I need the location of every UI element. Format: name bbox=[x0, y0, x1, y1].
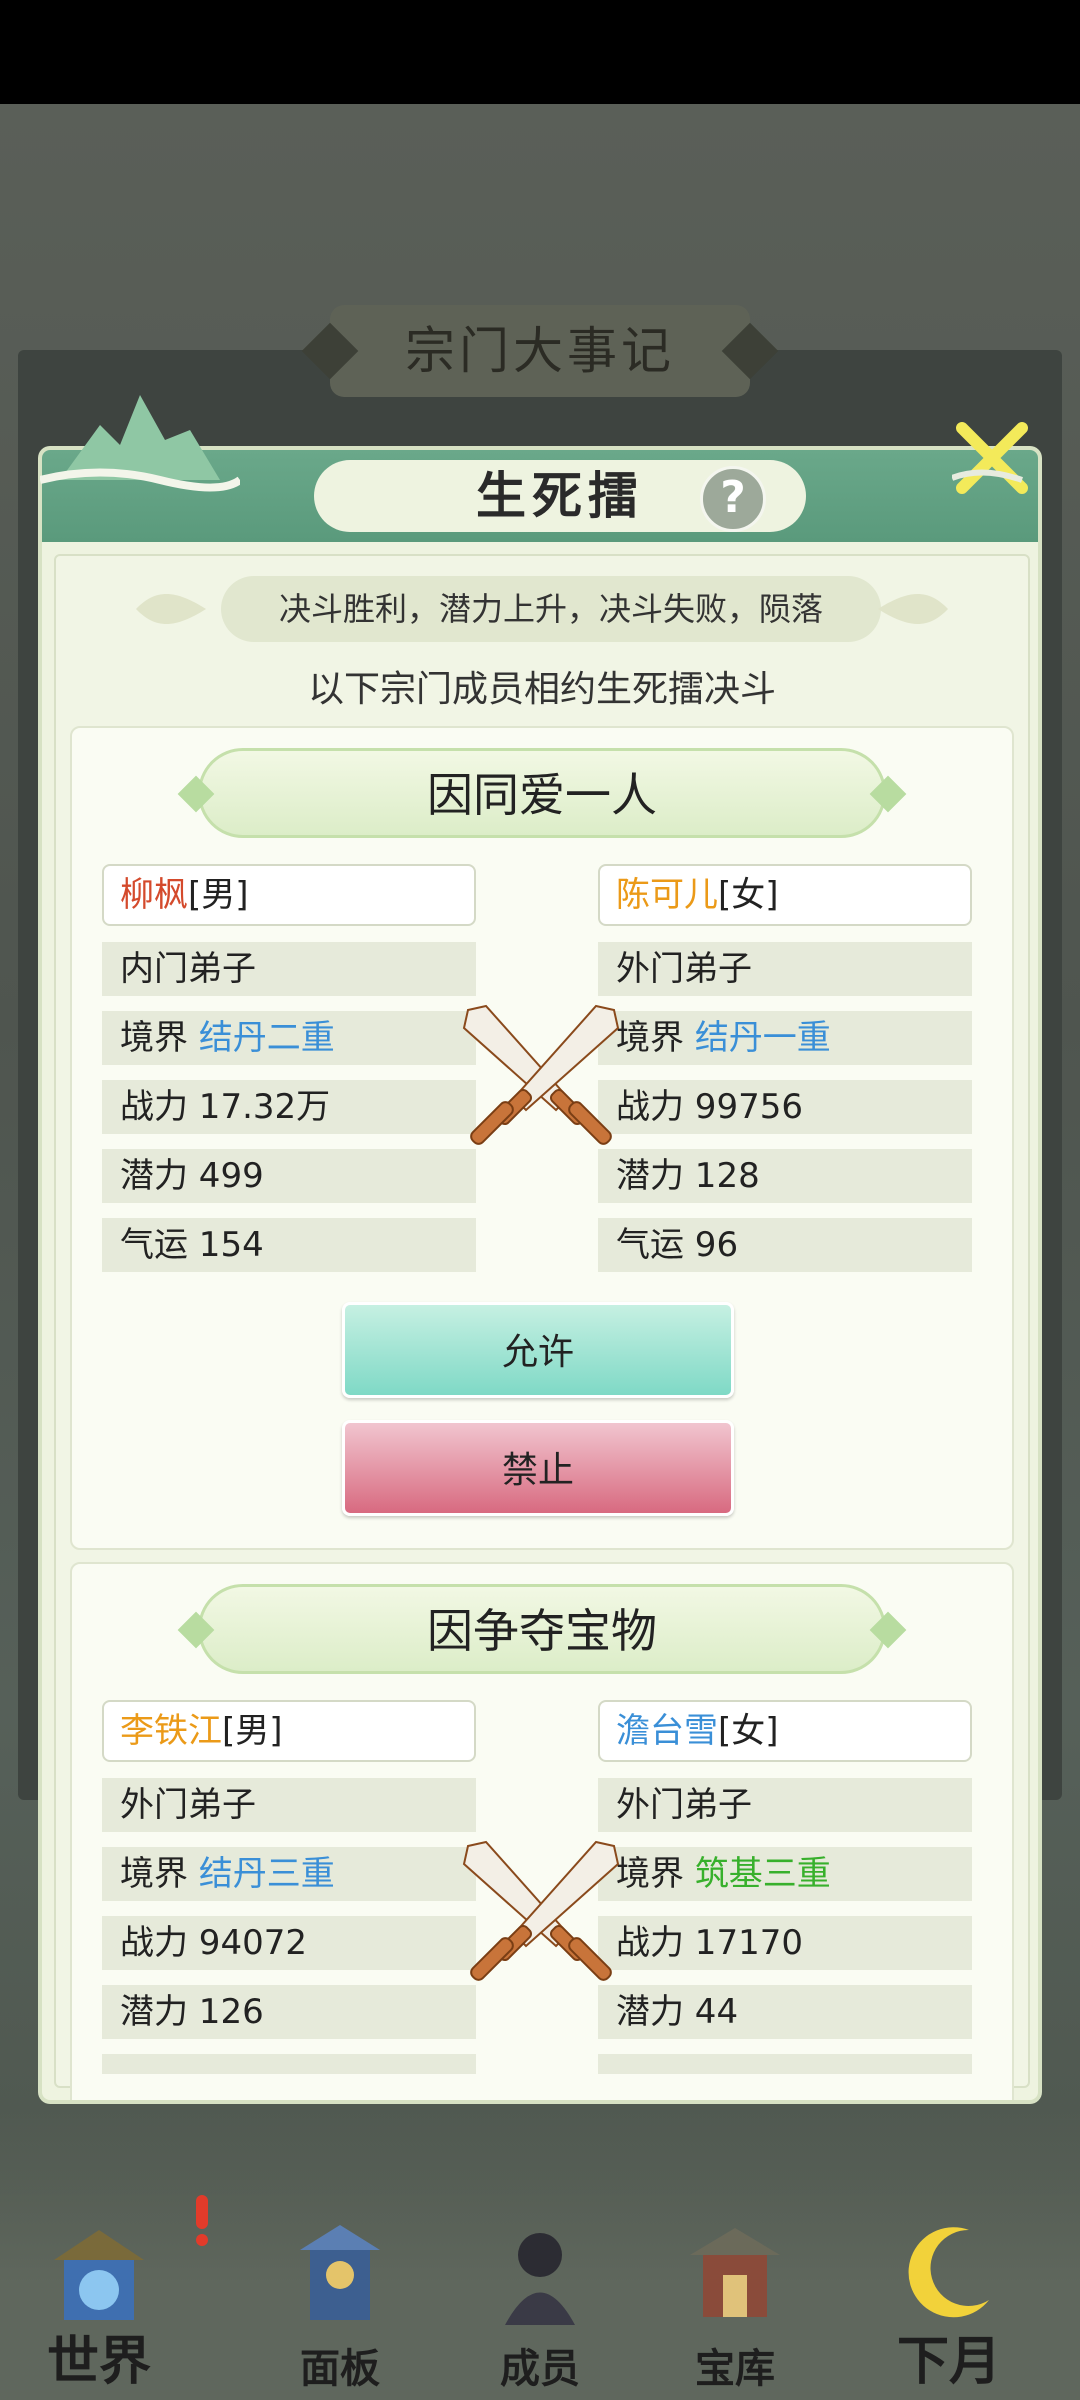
fighter-gender: [男] bbox=[222, 1711, 283, 1751]
fighter-luck-partial bbox=[598, 2054, 972, 2074]
nav-item-panel[interactable]: 面板 bbox=[245, 2200, 435, 2400]
crossed-swords-icon bbox=[462, 1004, 620, 1145]
fighter-power: 战力 17170 bbox=[598, 1916, 972, 1970]
help-button[interactable]: ? bbox=[700, 466, 766, 532]
fighter-name: 澹台雪 bbox=[616, 1711, 718, 1751]
realm-value: 结丹二重 bbox=[198, 1018, 335, 1058]
fighter-power: 战力 17.32万 bbox=[102, 1080, 476, 1134]
fighter-power: 战力 94072 bbox=[102, 1916, 476, 1970]
fighter-potential: 潜力 499 bbox=[102, 1149, 476, 1203]
fighter-luck: 气运 154 bbox=[102, 1218, 476, 1272]
fighter-potential: 潜力 126 bbox=[102, 1985, 476, 2039]
deny-button[interactable]: 禁止 bbox=[342, 1420, 734, 1516]
fighter-luck: 气运 96 bbox=[598, 1218, 972, 1272]
fighter-name-box: 澹台雪[女] bbox=[598, 1700, 972, 1762]
fighter-potential: 潜力 44 bbox=[598, 1985, 972, 2039]
realm-label: 境界 bbox=[120, 1018, 188, 1058]
fighter-luck-partial bbox=[102, 2054, 476, 2074]
realm-label: 境界 bbox=[616, 1854, 684, 1894]
fighter-power: 战力 99756 bbox=[598, 1080, 972, 1134]
nav-item-treasury[interactable]: 宝库 bbox=[640, 2200, 830, 2400]
fighter-name-box: 李铁江[男] bbox=[102, 1700, 476, 1762]
duel-right-fighter: 陈可儿[女] 外门弟子 境界 结丹一重 战力 99756 潜力 128 气运 9… bbox=[598, 864, 972, 1272]
alert-badge-icon bbox=[196, 2195, 208, 2246]
close-icon[interactable] bbox=[952, 418, 1032, 498]
realm-value: 结丹三重 bbox=[198, 1854, 335, 1894]
nav-label: 面板 bbox=[300, 2345, 380, 2392]
realm-label: 境界 bbox=[616, 1018, 684, 1058]
crossed-swords-icon bbox=[462, 1840, 620, 1981]
dialog-body: 决斗胜利，潜力上升，决斗失败，陨落 以下宗门成员相约生死擂决斗 因同爱一人 柳枫… bbox=[54, 554, 1030, 2100]
duel-right-fighter: 澹台雪[女] 外门弟子 境界 筑基三重 战力 17170 潜力 44 bbox=[598, 1700, 972, 2074]
nav-item-members[interactable]: 成员 bbox=[445, 2200, 635, 2400]
status-bar bbox=[0, 0, 1080, 104]
realm-value: 结丹一重 bbox=[694, 1018, 831, 1058]
palace-icon bbox=[54, 2230, 144, 2320]
duel-card: 因同爱一人 柳枫[男] 内门弟子 境界 结丹二重 战力 17.32万 潜力 49… bbox=[70, 726, 1014, 1550]
fighter-name: 柳枫 bbox=[120, 875, 188, 915]
treasury-icon bbox=[690, 2228, 780, 2317]
fighter-name: 李铁江 bbox=[120, 1711, 222, 1751]
nav-label: 世界 bbox=[46, 2331, 151, 2392]
duel-card: 因争夺宝物 李铁江[男] 外门弟子 境界 结丹三重 战力 94072 潜力 12… bbox=[70, 1562, 1014, 2100]
fighter-realm: 境界 结丹一重 bbox=[598, 1011, 972, 1065]
allow-button[interactable]: 允许 bbox=[342, 1302, 734, 1398]
nav-label: 宝库 bbox=[695, 2345, 775, 2392]
fighter-realm: 境界 筑基三重 bbox=[598, 1847, 972, 1901]
fighter-realm: 境界 结丹二重 bbox=[102, 1011, 476, 1065]
duel-reason: 因争夺宝物 bbox=[198, 1584, 886, 1674]
fighter-gender: [女] bbox=[718, 1711, 779, 1751]
realm-value: 筑基三重 bbox=[694, 1854, 831, 1894]
fighter-rank: 外门弟子 bbox=[598, 942, 972, 996]
fighter-rank: 内门弟子 bbox=[102, 942, 476, 996]
duel-left-fighter: 柳枫[男] 内门弟子 境界 结丹二重 战力 17.32万 潜力 499 气运 1… bbox=[102, 864, 476, 1272]
fighter-potential: 潜力 128 bbox=[598, 1149, 972, 1203]
nav-item-next-month[interactable]: 下月 bbox=[854, 2200, 1044, 2400]
member-icon bbox=[505, 2233, 575, 2325]
fighter-realm: 境界 结丹三重 bbox=[102, 1847, 476, 1901]
rule-text: 决斗胜利，潜力上升，决斗失败，陨落 bbox=[221, 576, 881, 642]
realm-label: 境界 bbox=[120, 1854, 188, 1894]
moon-icon bbox=[908, 2227, 989, 2318]
duel-dialog: 生死擂 ? 决斗胜利，潜力上升，决斗失败，陨落 以下宗门成员相约生死擂决斗 因同… bbox=[42, 450, 1038, 2100]
right-wing-ornament bbox=[878, 593, 948, 625]
fighter-gender: [女] bbox=[718, 875, 779, 915]
fighter-rank: 外门弟子 bbox=[102, 1778, 476, 1832]
background-title: 宗门大事记 bbox=[330, 305, 750, 397]
nav-label: 下月 bbox=[896, 2331, 1001, 2392]
character-panel-icon bbox=[300, 2225, 380, 2320]
nav-label: 成员 bbox=[500, 2345, 580, 2392]
fighter-name-box: 陈可儿[女] bbox=[598, 864, 972, 926]
mountain-ornament-icon bbox=[40, 395, 240, 492]
dialog-subtitle: 以下宗门成员相约生死擂决斗 bbox=[307, 669, 776, 710]
nav-item-world[interactable]: 世界 bbox=[4, 2200, 194, 2400]
duel-left-fighter: 李铁江[男] 外门弟子 境界 结丹三重 战力 94072 潜力 126 bbox=[102, 1700, 476, 2074]
fighter-name-box: 柳枫[男] bbox=[102, 864, 476, 926]
fighter-gender: [男] bbox=[188, 875, 249, 915]
left-wing-ornament bbox=[136, 593, 206, 625]
fighter-rank: 外门弟子 bbox=[598, 1778, 972, 1832]
fighter-name: 陈可儿 bbox=[616, 875, 718, 915]
duel-reason: 因同爱一人 bbox=[198, 748, 886, 838]
